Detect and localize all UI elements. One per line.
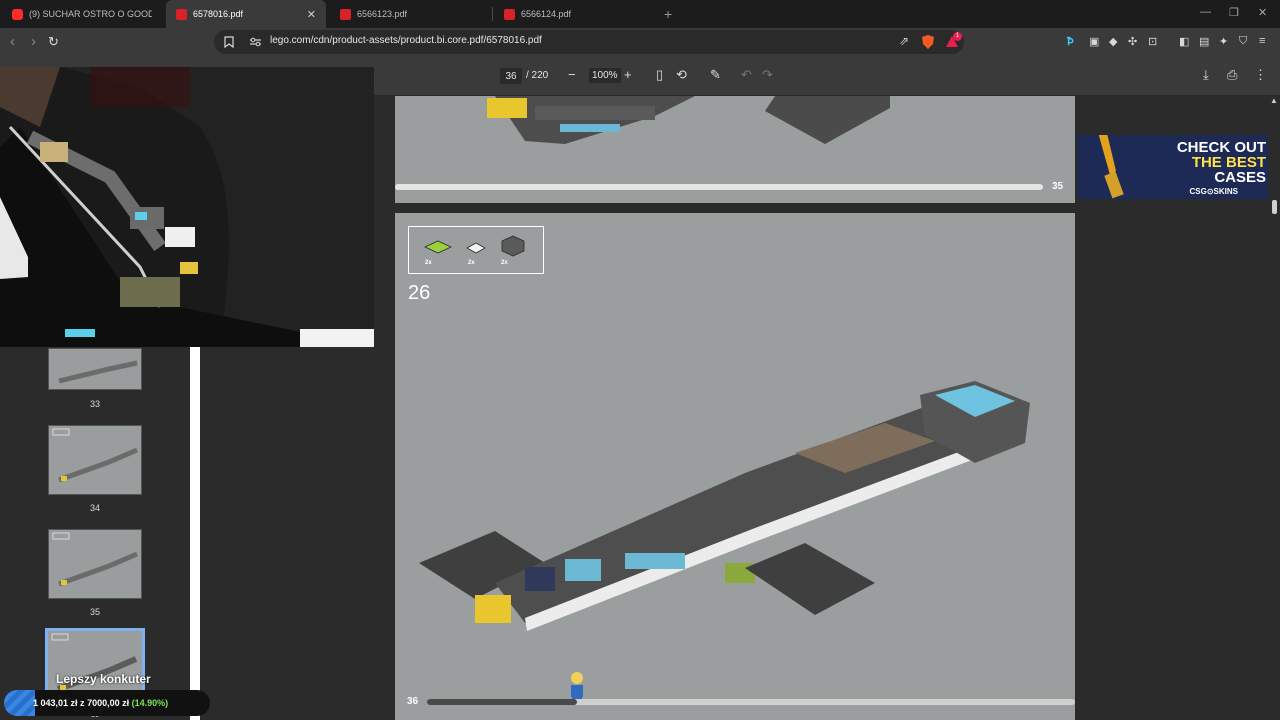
navigation-bar: ‹ › ↻ lego.com/cdn/product-assets/produc… [0, 28, 1280, 56]
pdf-page-35: 35 [395, 96, 1075, 203]
stream-goal-progress [4, 690, 35, 716]
translate-extension-icon[interactable]: Ꝥ [1067, 35, 1074, 48]
share-icon[interactable]: ⇗ [899, 34, 909, 48]
goal-current-amount: 1 043,01 zł [33, 698, 78, 708]
thumbnail-label: 35 [89, 607, 100, 617]
lego-icon [176, 8, 187, 20]
page-thumbnail[interactable] [48, 529, 142, 599]
forward-icon[interactable]: › [31, 33, 36, 50]
part-swatch [466, 242, 486, 254]
diamond-extension-icon[interactable]: ◆ [1109, 35, 1117, 48]
scroll-up-icon[interactable]: ▲ [1270, 96, 1278, 105]
stream-goal-amount: 1 043,01 zł z 7000,00 zł (14.90%) [33, 698, 168, 708]
close-window-icon[interactable]: ✕ [1258, 6, 1267, 19]
part-quantity: 2x [468, 260, 475, 266]
zoom-in-icon[interactable]: + [624, 67, 632, 82]
lego-icon [340, 8, 351, 20]
bookmark-icon[interactable] [224, 36, 234, 48]
part-swatch [424, 240, 452, 254]
part-quantity: 2x [425, 260, 432, 266]
tab-pdf-6566123[interactable]: 6566123.pdf [330, 0, 490, 28]
site-settings-icon[interactable] [250, 37, 261, 47]
print-icon[interactable]: ⎙ [1227, 67, 1237, 83]
total-pages: / 220 [526, 70, 549, 81]
tab-youtube[interactable]: (9) SUCHAR OSTRO O GOODIES! OD [2, 0, 162, 28]
tab-title: 6566124.pdf [521, 9, 572, 19]
advertisement-banner[interactable]: CHECK OUT THE BEST CASES CSG⊙SKINS [1078, 135, 1274, 199]
new-tab-icon[interactable]: + [664, 6, 672, 22]
sidebar-toggle-icon[interactable]: ◧ [1179, 35, 1189, 48]
leo-ai-icon[interactable]: ✦ [1219, 35, 1228, 48]
knife-icon [1098, 135, 1124, 199]
fit-page-icon[interactable]: ▯ [656, 67, 663, 83]
extension-icon[interactable]: ▣ [1089, 35, 1099, 48]
thumbnail-label: 34 [89, 503, 100, 513]
zoom-out-icon[interactable]: − [568, 67, 576, 82]
ad-brand: CSG⊙SKINS [1189, 187, 1239, 196]
dark-gray-brick-icon [501, 235, 525, 257]
stream-goal-title: Lepszy konkuter [56, 672, 151, 686]
wallet-icon[interactable]: ▤ [1199, 35, 1209, 48]
page-number-input[interactable] [500, 68, 522, 84]
minimize-icon[interactable]: — [1200, 6, 1211, 18]
back-icon[interactable]: ‹ [10, 33, 15, 50]
parts-callout: 2x 2x 2x [408, 226, 544, 274]
lego-icon [504, 8, 515, 20]
rewards-badge: 1 [953, 32, 962, 41]
puzzle-icon[interactable]: ✣ [1128, 35, 1137, 48]
tab-strip: (9) SUCHAR OSTRO O GOODIES! OD 6578016.p… [0, 0, 1280, 28]
brave-shields-icon[interactable] [922, 35, 934, 49]
url-text: lego.com/cdn/product-assets/product.bi.c… [270, 35, 542, 46]
goal-of: z [77, 698, 88, 708]
step-number: 26 [408, 282, 431, 304]
download-icon[interactable]: ⤓ [1203, 67, 1209, 83]
menu-icon[interactable]: ≡ [1259, 35, 1265, 47]
page-thumbnail[interactable] [48, 425, 142, 495]
goal-target-amount: 7000,00 zł [87, 698, 130, 708]
more-options-icon[interactable]: ⋮ [1254, 67, 1267, 83]
pdf-page-36: 36 [395, 213, 1075, 720]
goal-percent: (14.90%) [129, 698, 169, 708]
maximize-icon[interactable]: ❐ [1229, 6, 1239, 19]
ad-headline-3: CASES [1214, 169, 1266, 186]
part-swatch [501, 235, 525, 257]
page-scrollbar[interactable]: ▲ [1268, 96, 1280, 720]
address-bar[interactable]: lego.com/cdn/product-assets/product.bi.c… [214, 30, 964, 54]
zoom-level[interactable]: 100% [589, 68, 621, 83]
vpn-icon[interactable]: ⛉ [1239, 35, 1247, 48]
tab-title: 6566123.pdf [357, 9, 408, 19]
page-number: 35 [1052, 181, 1064, 192]
page-thumbnail[interactable] [48, 348, 142, 390]
page-number: 36 [407, 696, 419, 707]
part-quantity: 2x [501, 260, 508, 266]
tab-pdf-6566124[interactable]: 6566124.pdf [494, 0, 654, 28]
annotate-icon[interactable]: ✎ [710, 67, 721, 83]
white-plate-icon [466, 242, 486, 254]
reload-icon[interactable]: ↻ [48, 34, 59, 50]
thumbnail-label: 33 [89, 399, 100, 409]
tab-title: 6578016.pdf [193, 9, 244, 19]
rotate-icon[interactable]: ⟲ [676, 67, 687, 83]
lego-build-illustration [419, 381, 1030, 631]
undo-icon[interactable]: ↶ [741, 67, 752, 83]
page-progress-bar [395, 184, 1043, 190]
green-plate-icon [424, 240, 452, 254]
webcam-overlay [0, 67, 374, 347]
page-progress-fill [427, 699, 577, 705]
screenshot-icon[interactable]: ⊡ [1148, 35, 1157, 48]
tab-divider [492, 7, 493, 21]
close-tab-icon[interactable]: ✕ [307, 8, 316, 21]
tab-pdf-6578016[interactable]: 6578016.pdf ✕ [166, 0, 326, 28]
youtube-icon [12, 8, 23, 20]
tab-title: (9) SUCHAR OSTRO O GOODIES! OD [29, 9, 152, 19]
redo-icon[interactable]: ↷ [762, 67, 773, 83]
scroll-thumb[interactable] [1272, 200, 1277, 214]
